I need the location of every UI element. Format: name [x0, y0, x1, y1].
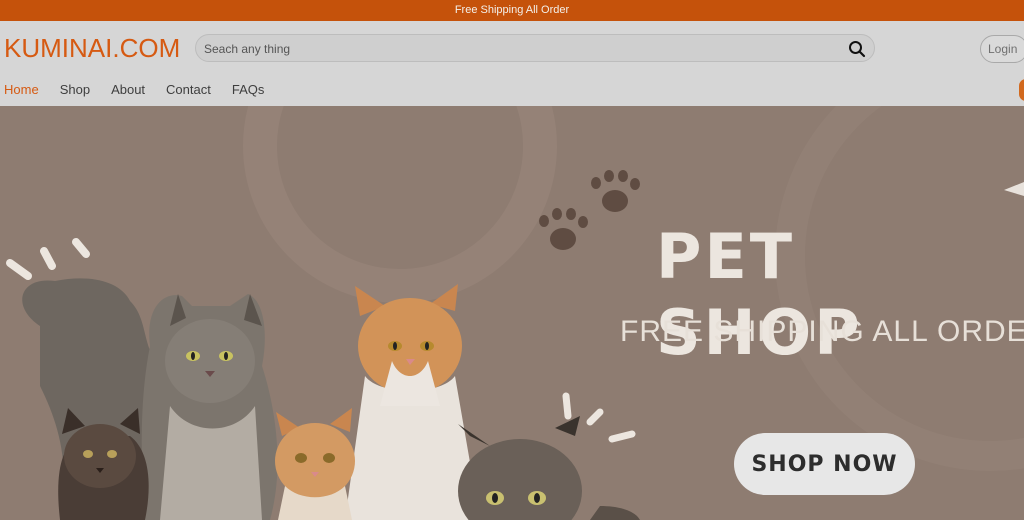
search-input[interactable] [204, 39, 824, 59]
hero-banner: PET SHOP FREE SHIPPING ALL ORDER SHOP NO… [0, 106, 1024, 520]
sparkle-marks-left [6, 238, 90, 280]
decor-arrow [1004, 182, 1024, 196]
announcement-bar: Free Shipping All Order [0, 0, 1024, 21]
main-nav: Home Shop About Contact FAQs [4, 79, 285, 103]
login-button[interactable]: Login [980, 35, 1024, 63]
paw-icon [591, 170, 640, 212]
hero-subtitle: FREE SHIPPING ALL ORDER [620, 315, 1024, 348]
decor-arc-left [243, 106, 557, 303]
tortoiseshell-kitten [58, 408, 149, 520]
nav-item-about[interactable]: About [111, 79, 145, 103]
nav-item-contact[interactable]: Contact [166, 79, 211, 103]
orange-kitten [275, 408, 355, 520]
nav-item-home[interactable]: Home [4, 79, 39, 103]
search-bar [195, 34, 875, 62]
nav-item-shop[interactable]: Shop [60, 79, 90, 103]
site-logo[interactable]: KUMINAI.COM [4, 32, 180, 64]
shop-now-button[interactable]: SHOP NOW [734, 433, 915, 495]
sparkle-marks-right [562, 392, 636, 443]
paw-icon [539, 208, 588, 250]
cart-icon[interactable] [1019, 79, 1024, 101]
nav-item-faqs[interactable]: FAQs [232, 79, 265, 103]
tabby-cat [458, 416, 640, 520]
search-icon[interactable] [848, 40, 866, 58]
announcement-text: Free Shipping All Order [454, 4, 570, 16]
site-header: KUMINAI.COM Login Home Shop About Contac… [0, 21, 1024, 106]
